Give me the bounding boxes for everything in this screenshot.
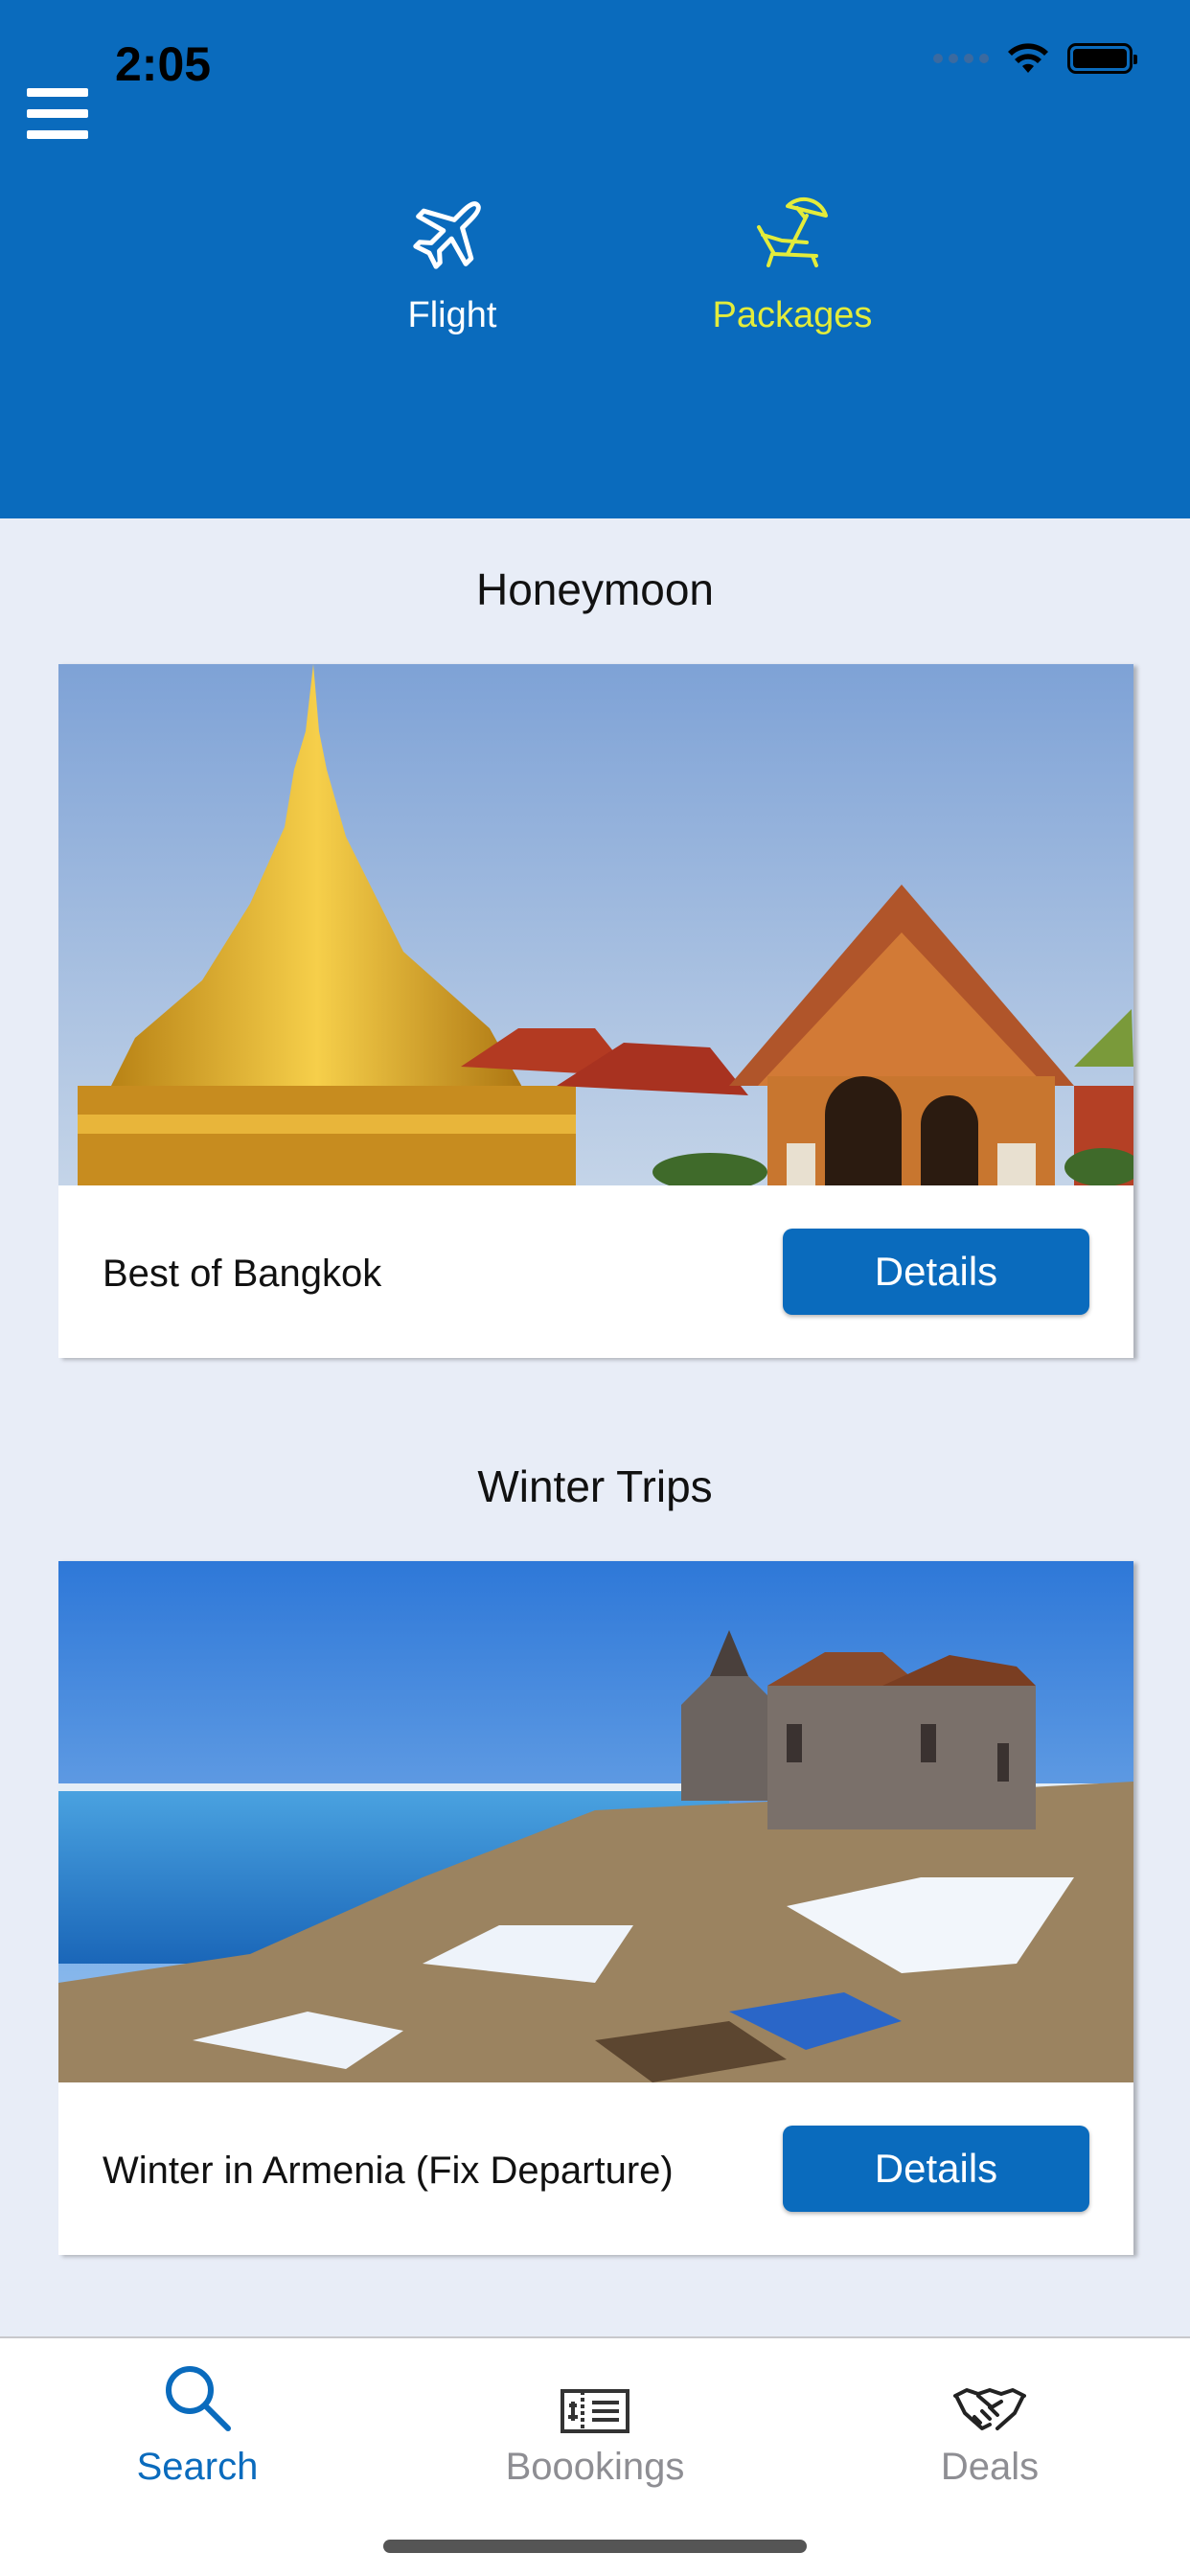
airplane-icon bbox=[328, 182, 577, 278]
tab-flight[interactable]: Flight bbox=[328, 182, 577, 336]
package-card: Winter in Armenia (Fix Departure) Detail… bbox=[58, 1561, 1133, 2255]
tab-packages[interactable]: Packages bbox=[668, 182, 917, 336]
hamburger-menu-icon[interactable] bbox=[27, 88, 88, 150]
package-name: Best of Bangkok bbox=[103, 1253, 382, 1295]
packages-label: Packages bbox=[712, 295, 873, 335]
home-indicator[interactable] bbox=[383, 2540, 807, 2553]
tab-bookings[interactable]: Boookings bbox=[461, 2348, 729, 2489]
magnifier-icon bbox=[63, 2348, 332, 2434]
status-icons bbox=[933, 42, 1137, 75]
details-button[interactable]: Details bbox=[783, 1229, 1089, 1315]
card-footer: Winter in Armenia (Fix Departure) Detail… bbox=[58, 2082, 1133, 2255]
beach-chair-umbrella-icon bbox=[668, 182, 917, 278]
card-footer: Best of Bangkok Details bbox=[58, 1185, 1133, 1358]
section-title-honeymoon: Honeymoon bbox=[475, 564, 715, 614]
battery-icon bbox=[1067, 43, 1137, 74]
wifi-icon bbox=[1008, 43, 1048, 73]
cellular-signal-icon bbox=[933, 54, 989, 63]
flight-label: Flight bbox=[407, 295, 497, 335]
package-name: Winter in Armenia (Fix Departure) bbox=[103, 2150, 674, 2192]
ticket-icon bbox=[461, 2348, 729, 2434]
handshake-icon bbox=[856, 2348, 1124, 2434]
golden-temple-photo[interactable] bbox=[58, 664, 1133, 1185]
bottom-tab-bar: Search Boookings Deals bbox=[0, 2336, 1190, 2576]
details-button[interactable]: Details bbox=[783, 2126, 1089, 2212]
header: 2:05 Flight Packages bbox=[0, 0, 1190, 518]
screen: 2:05 Flight Packages Honeymoon Best of B… bbox=[0, 0, 1190, 2576]
deals-tab-label: Deals bbox=[940, 2446, 1040, 2488]
tab-search[interactable]: Search bbox=[63, 2348, 332, 2489]
tab-deals[interactable]: Deals bbox=[856, 2348, 1124, 2489]
package-card: Best of Bangkok Details bbox=[58, 664, 1133, 1358]
lakeside-monastery-snow-photo[interactable] bbox=[58, 1561, 1133, 2082]
status-time: 2:05 bbox=[115, 37, 212, 91]
search-tab-label: Search bbox=[136, 2446, 259, 2488]
bookings-tab-label: Boookings bbox=[505, 2446, 685, 2488]
section-title-winter-trips: Winter Trips bbox=[477, 1461, 713, 1511]
